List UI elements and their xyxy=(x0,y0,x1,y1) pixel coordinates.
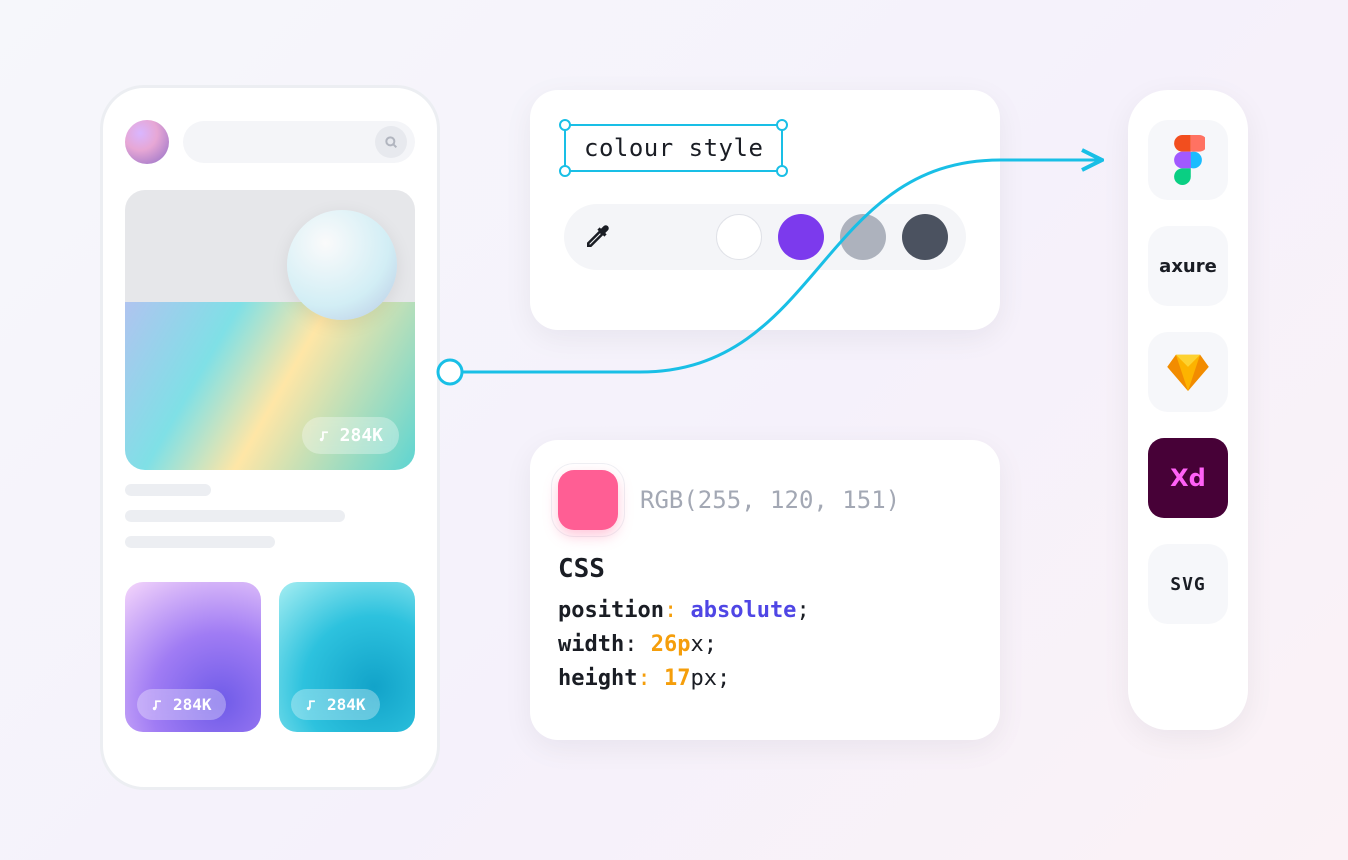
swatch-grey[interactable] xyxy=(840,214,886,260)
avatar[interactable] xyxy=(125,120,169,164)
play-count: 284K xyxy=(340,425,383,446)
export-sketch[interactable] xyxy=(1148,332,1228,412)
skeleton-line xyxy=(125,510,345,522)
selection-handle[interactable] xyxy=(776,165,788,177)
music-note-icon xyxy=(305,698,319,712)
swatch-violet[interactable] xyxy=(778,214,824,260)
play-count-badge: 284K xyxy=(291,689,380,720)
thumbnail-row: 284K 284K xyxy=(125,582,415,732)
figma-icon xyxy=(1171,135,1205,185)
sketch-icon xyxy=(1167,353,1209,391)
selection-handle[interactable] xyxy=(776,119,788,131)
swatch-dark[interactable] xyxy=(902,214,948,260)
selection-handle[interactable] xyxy=(559,119,571,131)
phone-mock: 284K 284K 284K xyxy=(100,85,440,790)
thumbnail-card[interactable]: 284K xyxy=(279,582,415,732)
style-panel: colour style xyxy=(530,90,1000,330)
search-icon[interactable] xyxy=(375,126,407,158)
css-code-block: position: absolute; width: 26px; height:… xyxy=(558,594,972,696)
color-chip[interactable] xyxy=(558,470,618,530)
music-note-icon xyxy=(151,698,165,712)
selection-handle[interactable] xyxy=(559,165,571,177)
thumbnail-card[interactable]: 284K xyxy=(125,582,261,732)
css-info-panel: RGB(255, 120, 151) CSS position: absolut… xyxy=(530,440,1000,740)
swatch-bar xyxy=(564,204,966,270)
music-note-icon xyxy=(318,429,332,443)
svg-label: SVG xyxy=(1170,574,1206,595)
export-svg[interactable]: SVG xyxy=(1148,544,1228,624)
play-count: 284K xyxy=(327,695,366,714)
export-figma[interactable] xyxy=(1148,120,1228,200)
hero-card[interactable]: 284K xyxy=(125,190,415,470)
play-count-badge: 284K xyxy=(137,689,226,720)
swatch-white[interactable] xyxy=(716,214,762,260)
css-heading: CSS xyxy=(558,554,972,584)
skeleton-line xyxy=(125,536,275,548)
export-xd[interactable]: Xd xyxy=(1148,438,1228,518)
colour-style-label: colour style xyxy=(584,134,763,162)
search-input[interactable] xyxy=(183,121,415,163)
rgb-value: RGB(255, 120, 151) xyxy=(640,486,900,514)
xd-label: Xd xyxy=(1170,464,1206,492)
skeleton-line xyxy=(125,484,211,496)
colour-style-field[interactable]: colour style xyxy=(564,124,783,172)
hero-bubble xyxy=(287,210,397,320)
eyedropper-icon[interactable] xyxy=(582,222,612,252)
axure-label: axure xyxy=(1159,256,1217,277)
export-rail: axure Xd SVG xyxy=(1128,90,1248,730)
export-axure[interactable]: axure xyxy=(1148,226,1228,306)
play-count-badge: 284K xyxy=(302,417,399,454)
play-count: 284K xyxy=(173,695,212,714)
phone-header xyxy=(125,120,415,164)
